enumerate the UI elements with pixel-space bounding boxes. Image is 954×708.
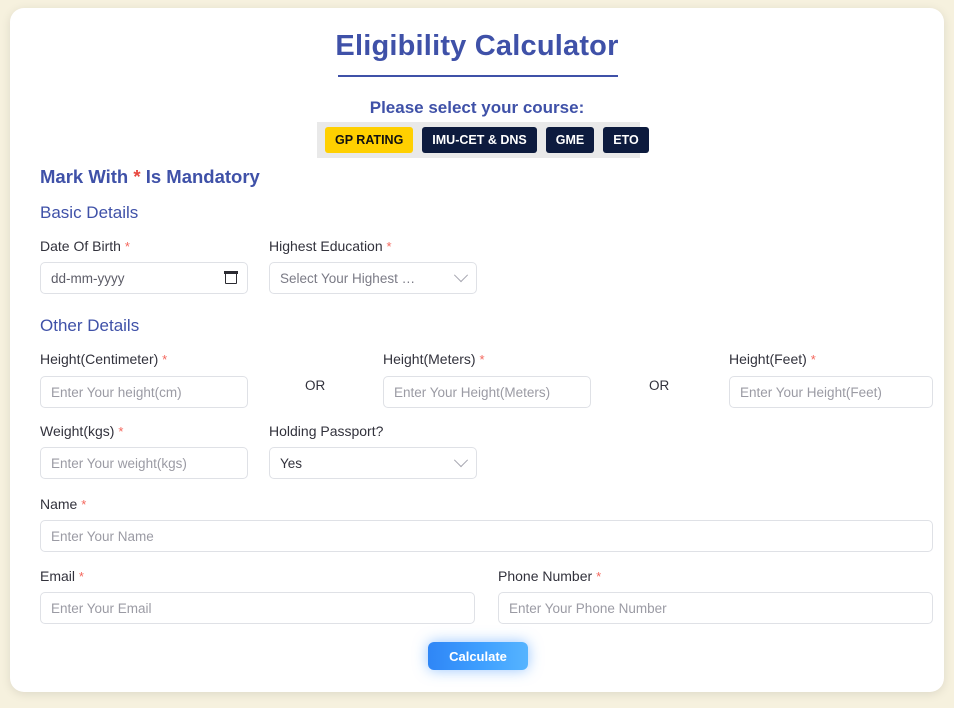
mandatory-note-suffix: Is Mandatory — [141, 166, 260, 187]
label-email: Email * — [40, 568, 84, 584]
label-holding-passport-text: Holding Passport? — [269, 423, 383, 439]
height-meters-input[interactable] — [383, 376, 591, 408]
weight-input[interactable] — [40, 447, 248, 479]
name-input[interactable] — [40, 520, 933, 552]
label-date-of-birth-text: Date Of Birth — [40, 238, 121, 254]
label-height-meters: Height(Meters) * — [383, 351, 485, 367]
label-height-centimeter-text: Height(Centimeter) — [40, 351, 158, 367]
holding-passport-value: Yes — [280, 456, 302, 471]
eligibility-calculator-card: Eligibility Calculator Please select you… — [10, 8, 944, 692]
label-phone-number: Phone Number * — [498, 568, 601, 584]
calculate-button[interactable]: Calculate — [428, 642, 528, 670]
mandatory-note-prefix: Mark With — [40, 166, 133, 187]
label-height-centimeter: Height(Centimeter) * — [40, 351, 167, 367]
label-weight: Weight(kgs) * — [40, 423, 123, 439]
label-holding-passport: Holding Passport? — [269, 423, 383, 439]
highest-education-select[interactable]: Select Your Highest … — [269, 262, 477, 294]
required-star-height-meters: * — [479, 352, 484, 367]
required-star-name: * — [81, 497, 86, 512]
required-star-height-centimeter: * — [162, 352, 167, 367]
required-star-weight: * — [118, 424, 123, 439]
label-highest-education-text: Highest Education — [269, 238, 383, 254]
holding-passport-select[interactable]: Yes — [269, 447, 477, 479]
chevron-down-icon — [454, 268, 468, 282]
required-star-height-feet: * — [811, 352, 816, 367]
label-date-of-birth: Date Of Birth * — [40, 238, 130, 254]
or-separator-1: OR — [305, 378, 325, 393]
chevron-down-icon — [454, 453, 468, 467]
label-name: Name * — [40, 496, 86, 512]
page-title: Eligibility Calculator — [10, 30, 944, 63]
course-button-eto[interactable]: ETO — [603, 127, 648, 153]
label-phone-number-text: Phone Number — [498, 568, 592, 584]
label-height-meters-text: Height(Meters) — [383, 351, 476, 367]
phone-number-input[interactable] — [498, 592, 933, 624]
course-button-imu-cet-dns[interactable]: IMU-CET & DNS — [422, 127, 536, 153]
required-star-phone-number: * — [596, 569, 601, 584]
course-button-gp-rating[interactable]: GP RATING — [325, 127, 413, 153]
highest-education-value: Select Your Highest … — [280, 271, 415, 286]
height-feet-input[interactable] — [729, 376, 933, 408]
date-of-birth-value: dd-mm-yyyy — [51, 271, 125, 286]
course-button-gme[interactable]: GME — [546, 127, 594, 153]
or-separator-2: OR — [649, 378, 669, 393]
calendar-icon[interactable] — [225, 272, 237, 284]
required-star-date-of-birth: * — [125, 239, 130, 254]
mandatory-note: Mark With * Is Mandatory — [40, 166, 260, 188]
mandatory-note-star: * — [133, 166, 140, 187]
label-name-text: Name — [40, 496, 77, 512]
course-selector-group: GP RATING IMU-CET & DNS GME ETO — [317, 122, 640, 158]
email-input[interactable] — [40, 592, 475, 624]
height-centimeter-input[interactable] — [40, 376, 248, 408]
section-heading-other-details: Other Details — [40, 316, 139, 336]
label-weight-text: Weight(kgs) — [40, 423, 114, 439]
date-of-birth-input[interactable]: dd-mm-yyyy — [40, 262, 248, 294]
label-highest-education: Highest Education * — [269, 238, 392, 254]
title-underline — [338, 75, 618, 77]
required-star-highest-education: * — [387, 239, 392, 254]
label-height-feet-text: Height(Feet) — [729, 351, 807, 367]
label-email-text: Email — [40, 568, 75, 584]
section-heading-basic-details: Basic Details — [40, 203, 138, 223]
course-select-subtitle: Please select your course: — [10, 98, 944, 118]
required-star-email: * — [79, 569, 84, 584]
label-height-feet: Height(Feet) * — [729, 351, 816, 367]
